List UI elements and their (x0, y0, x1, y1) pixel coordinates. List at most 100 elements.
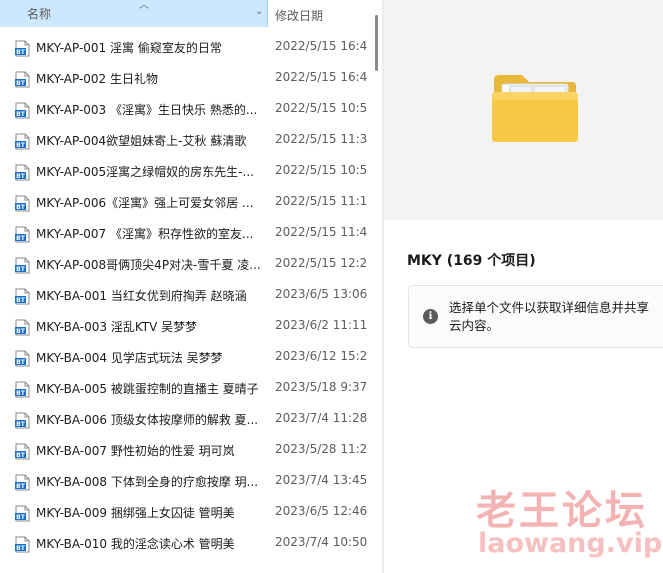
bt-torrent-icon: BT (15, 443, 30, 460)
bt-torrent-icon: BT (15, 164, 30, 181)
watermark-url: laowang.vip (478, 528, 663, 559)
file-row[interactable]: BT MKY-AP-003 《淫寓》生日快乐 熟悉的... 2022/5/15 10… (0, 94, 368, 125)
file-row[interactable]: BT MKY-BA-001 当红女优到府掏弄 赵晓涵 2023/6/5 13:06 (0, 280, 368, 311)
svg-text:BT: BT (16, 142, 26, 149)
svg-text:BT: BT (16, 235, 26, 242)
bt-torrent-icon: BT (15, 226, 30, 243)
svg-text:BT: BT (16, 483, 26, 490)
file-date: 2022/5/15 10:56 (275, 101, 368, 115)
column-header: ︿ 名称 ⌄ 修改日期 (0, 0, 368, 27)
file-name: MKY-BA-004 见学店式玩法 吴梦梦 (36, 351, 223, 365)
svg-text:BT: BT (16, 297, 26, 304)
file-name: MKY-BA-010 我的淫念读心术 管明美 (36, 537, 235, 551)
preview-area (384, 0, 663, 220)
file-date: 2023/7/4 13:45 (275, 473, 368, 487)
file-date: 2022/5/15 16:46 (275, 70, 368, 84)
file-row[interactable]: BT MKY-BA-010 我的淫念读心术 管明美 2023/7/4 10:50 (0, 528, 368, 559)
bt-torrent-icon: BT (15, 536, 30, 553)
bt-torrent-icon: BT (15, 102, 30, 119)
vertical-scrollbar[interactable] (368, 0, 382, 573)
chevron-down-icon[interactable]: ⌄ (255, 6, 263, 17)
column-header-date[interactable]: 修改日期 (268, 0, 368, 27)
bt-torrent-icon: BT (15, 257, 30, 274)
file-date: 2022/5/15 12:27 (275, 256, 368, 270)
bt-torrent-icon: BT (15, 40, 30, 57)
svg-text:BT: BT (16, 204, 26, 211)
bt-torrent-icon: BT (15, 474, 30, 491)
file-row[interactable]: BT MKY-BA-006 顶级女体按摩师的解救 夏... 2023/7/4 11:… (0, 404, 368, 435)
svg-text:BT: BT (16, 266, 26, 273)
file-name: MKY-BA-006 顶级女体按摩师的解救 夏... (36, 413, 259, 427)
svg-text:BT: BT (16, 452, 26, 459)
file-date: 2023/6/12 15:26 (275, 349, 368, 363)
file-date: 2022/5/15 11:40 (275, 225, 368, 239)
file-name: MKY-AP-003 《淫寓》生日快乐 熟悉的... (36, 103, 258, 117)
file-row[interactable]: BT MKY-AP-008哥俩顶尖4P对决-雪千夏 凌... 2022/5/15 1… (0, 249, 368, 280)
scrollbar-thumb[interactable] (375, 15, 378, 71)
file-row[interactable]: BT MKY-BA-004 见学店式玩法 吴梦梦 2023/6/12 15:26 (0, 342, 368, 373)
file-date: 2022/5/15 10:55 (275, 163, 368, 177)
file-name: MKY-BA-009 捆绑强上女囚徒 管明美 (36, 506, 235, 520)
file-name: MKY-AP-005淫寓之绿帽奴的房东先生-... (36, 165, 254, 179)
info-message-box: i 选择单个文件以获取详细信息并共享云内容。 (408, 285, 663, 348)
file-row[interactable]: BT MKY-AP-006《淫寓》强上可爱女邻居 ... 2022/5/15 11:… (0, 187, 368, 218)
file-date: 2023/6/2 11:11 (275, 318, 368, 332)
svg-text:BT: BT (16, 514, 26, 521)
file-row[interactable]: BT MKY-AP-005淫寓之绿帽奴的房东先生-... 2022/5/15 10:… (0, 156, 368, 187)
file-name: MKY-BA-001 当红女优到府掏弄 赵晓涵 (36, 289, 247, 303)
svg-text:BT: BT (16, 359, 26, 366)
column-date-label: 修改日期 (275, 9, 324, 23)
bt-torrent-icon: BT (15, 195, 30, 212)
file-name: MKY-AP-006《淫寓》强上可爱女邻居 ... (36, 196, 254, 210)
file-row[interactable]: BT MKY-BA-005 被跳蛋控制的直播主 夏晴子 2023/5/18 9:37 (0, 373, 368, 404)
file-name: MKY-AP-008哥俩顶尖4P对决-雪千夏 凌... (36, 258, 261, 272)
file-date: 2022/5/15 16:46 (275, 39, 368, 53)
bt-torrent-icon: BT (15, 505, 30, 522)
file-row[interactable]: BT MKY-AP-007 《淫寓》积存性欲的室友... 2022/5/15 11:… (0, 218, 368, 249)
svg-text:BT: BT (16, 173, 26, 180)
bt-torrent-icon: BT (15, 412, 30, 429)
svg-text:BT: BT (16, 49, 26, 56)
file-name: MKY-BA-008 下体到全身的疗愈按摩 玥... (36, 475, 259, 489)
folder-icon (492, 72, 578, 148)
svg-text:BT: BT (16, 80, 26, 87)
svg-text:BT: BT (16, 111, 26, 118)
file-name: MKY-BA-007 野性初始的性爱 玥可岚 (36, 444, 235, 458)
bt-torrent-icon: BT (15, 319, 30, 336)
file-date: 2023/7/4 10:50 (275, 535, 368, 549)
info-icon: i (423, 309, 438, 324)
bt-torrent-icon: BT (15, 288, 30, 305)
info-message: 选择单个文件以获取详细信息并共享云内容。 (449, 300, 650, 333)
file-date: 2023/5/18 9:37 (275, 380, 368, 394)
folder-title: MKY (169 个项目) (407, 253, 536, 269)
svg-text:BT: BT (16, 545, 26, 552)
svg-text:BT: BT (16, 421, 26, 428)
file-row[interactable]: BT MKY-BA-007 野性初始的性爱 玥可岚 2023/5/28 11:25 (0, 435, 368, 466)
file-date: 2022/5/15 11:12 (275, 194, 368, 208)
file-name: MKY-AP-004欲望姐妹寄上-艾秋 蘇清歌 (36, 134, 247, 148)
file-date: 2023/5/28 11:25 (275, 442, 368, 456)
bt-torrent-icon: BT (15, 381, 30, 398)
bt-torrent-icon: BT (15, 350, 30, 367)
file-row[interactable]: BT MKY-BA-008 下体到全身的疗愈按摩 玥... 2023/7/4 13:… (0, 466, 368, 497)
svg-text:BT: BT (16, 328, 26, 335)
file-date: 2022/5/15 11:39 (275, 132, 368, 146)
file-row[interactable]: BT MKY-BA-009 捆绑强上女囚徒 管明美 2023/6/5 12:46 (0, 497, 368, 528)
column-header-name[interactable]: ︿ 名称 ⌄ (0, 0, 268, 27)
file-name: MKY-AP-007 《淫寓》积存性欲的室友... (36, 227, 254, 241)
file-date: 2023/7/4 11:28 (275, 411, 368, 425)
file-row[interactable]: BT MKY-AP-004欲望姐妹寄上-艾秋 蘇清歌 2022/5/15 11:39 (0, 125, 368, 156)
file-row[interactable]: BT MKY-BA-003 淫乱KTV 吴梦梦 2023/6/2 11:11 (0, 311, 368, 342)
file-row[interactable]: BT MKY-AP-002 生日礼物 2022/5/15 16:46 (0, 63, 368, 94)
svg-text:BT: BT (16, 390, 26, 397)
bt-torrent-icon: BT (15, 71, 30, 88)
file-date: 2023/6/5 13:06 (275, 287, 368, 301)
column-name-label: 名称 (27, 7, 52, 21)
bt-torrent-icon: BT (15, 133, 30, 150)
file-name: MKY-BA-005 被跳蛋控制的直播主 夏晴子 (36, 382, 259, 396)
file-name: MKY-AP-002 生日礼物 (36, 72, 158, 86)
chevron-up-icon: ︿ (139, 0, 149, 11)
file-row[interactable]: BT MKY-AP-001 淫寓 偷窥室友的日常 2022/5/15 16:46 (0, 32, 368, 63)
file-list-pane: ︿ 名称 ⌄ 修改日期 BT MKY-AP-001 淫寓 偷窥室友的日常 2022/… (0, 0, 368, 573)
file-name: MKY-BA-003 淫乱KTV 吴梦梦 (36, 320, 198, 334)
